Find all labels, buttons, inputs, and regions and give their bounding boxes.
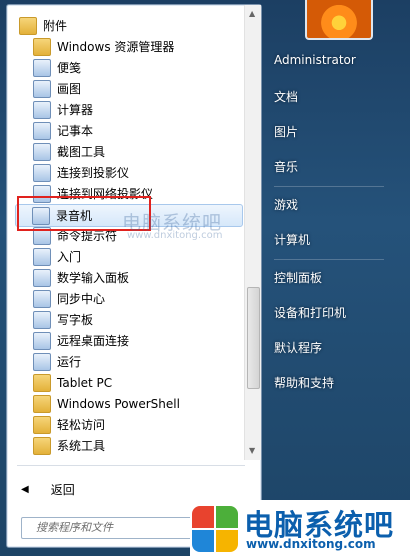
scroll-down-icon[interactable]: ▼ bbox=[249, 446, 255, 455]
program-label: 系统工具 bbox=[57, 439, 106, 453]
program-item[interactable]: 记事本 bbox=[17, 120, 237, 141]
program-item[interactable]: 写字板 bbox=[17, 309, 237, 330]
right-item[interactable]: 文档 bbox=[274, 88, 298, 105]
right-divider bbox=[274, 186, 384, 187]
program-item[interactable]: 入门 bbox=[17, 246, 237, 267]
program-label: 入门 bbox=[57, 250, 82, 264]
math-input-icon bbox=[33, 268, 51, 287]
right-item[interactable]: 默认程序 bbox=[274, 339, 322, 356]
program-label: 写字板 bbox=[57, 313, 94, 327]
program-label: 截图工具 bbox=[57, 145, 106, 159]
program-item[interactable]: 同步中心 bbox=[17, 288, 237, 309]
folder-icon bbox=[19, 16, 37, 35]
program-label: 数学输入面板 bbox=[57, 271, 130, 285]
sync-center-icon bbox=[33, 289, 51, 308]
program-label: 附件 bbox=[43, 19, 68, 33]
program-item[interactable]: Windows 资源管理器 bbox=[17, 36, 237, 57]
program-item[interactable]: Tablet PC bbox=[17, 372, 237, 393]
scroll-up-icon[interactable]: ▲ bbox=[249, 9, 255, 18]
projector-icon bbox=[33, 163, 51, 182]
program-item[interactable]: 便笺 bbox=[17, 57, 237, 78]
snipping-tool-icon bbox=[33, 142, 51, 161]
right-item[interactable]: 控制面板 bbox=[274, 269, 322, 286]
programs-panel: 附件 Windows 资源管理器 便笺 画图 计算器 记事本 截图工具 连接到投影仪 连接到网络… bbox=[6, 4, 262, 548]
right-item[interactable]: 计算机 bbox=[274, 231, 310, 248]
program-label: 远程桌面连接 bbox=[57, 334, 130, 348]
right-item[interactable]: 游戏 bbox=[274, 196, 298, 213]
back-arrow-icon: ◀ bbox=[21, 484, 29, 495]
paint-icon bbox=[33, 79, 51, 98]
right-item[interactable]: 帮助和支持 bbox=[274, 374, 334, 391]
program-label: 画图 bbox=[57, 82, 82, 96]
program-label: 轻松访问 bbox=[57, 418, 106, 432]
wordpad-icon bbox=[33, 310, 51, 329]
calculator-icon bbox=[33, 100, 51, 119]
program-item[interactable]: 计算器 bbox=[17, 99, 237, 120]
program-label: 计算器 bbox=[57, 103, 94, 117]
getting-started-icon bbox=[33, 247, 51, 266]
program-item[interactable]: 系统工具 bbox=[17, 435, 237, 456]
folder-icon bbox=[33, 436, 51, 455]
scrollbar[interactable]: ▲ ▼ bbox=[244, 5, 261, 460]
user-avatar[interactable] bbox=[305, 0, 373, 40]
folder-icon bbox=[33, 415, 51, 434]
program-label: Windows 资源管理器 bbox=[57, 40, 175, 54]
program-item[interactable]: 附件 bbox=[17, 15, 237, 36]
program-label: 运行 bbox=[57, 355, 82, 369]
scrollbar-thumb[interactable] bbox=[247, 287, 260, 389]
program-label: 同步中心 bbox=[57, 292, 106, 306]
program-label: 记事本 bbox=[57, 124, 94, 138]
program-item[interactable]: 运行 bbox=[17, 351, 237, 372]
program-item[interactable]: Windows PowerShell bbox=[17, 393, 237, 414]
program-item[interactable]: 远程桌面连接 bbox=[17, 330, 237, 351]
program-item[interactable]: 画图 bbox=[17, 78, 237, 99]
windows-logo-icon bbox=[190, 504, 238, 552]
divider bbox=[17, 465, 245, 466]
right-item[interactable]: 音乐 bbox=[274, 158, 298, 175]
site-logo: 电脑系统吧 www.dnxitong.com bbox=[190, 500, 410, 556]
back-label: 返回 bbox=[50, 483, 75, 497]
user-name[interactable]: Administrator bbox=[274, 53, 356, 67]
program-label: 便笺 bbox=[57, 61, 82, 75]
program-label: Windows PowerShell bbox=[57, 396, 180, 411]
right-divider bbox=[274, 259, 384, 260]
watermark-url: www.dnxitong.com bbox=[127, 230, 223, 241]
program-item[interactable]: 数学输入面板 bbox=[17, 267, 237, 288]
logo-url: www.dnxitong.com bbox=[246, 537, 376, 551]
program-item[interactable]: 连接到投影仪 bbox=[17, 162, 237, 183]
notepad-icon bbox=[33, 121, 51, 140]
right-item[interactable]: 设备和打印机 bbox=[274, 304, 346, 321]
run-icon bbox=[33, 352, 51, 371]
sticky-notes-icon bbox=[33, 58, 51, 77]
right-item[interactable]: 图片 bbox=[274, 123, 298, 140]
program-item[interactable]: 截图工具 bbox=[17, 141, 237, 162]
folder-icon bbox=[33, 394, 51, 413]
program-label: Tablet PC bbox=[57, 375, 113, 390]
program-item[interactable]: 轻松访问 bbox=[17, 414, 237, 435]
remote-desktop-icon bbox=[33, 331, 51, 350]
back-button[interactable]: ◀ 返回 bbox=[21, 481, 75, 498]
start-menu: 附件 Windows 资源管理器 便笺 画图 计算器 记事本 截图工具 连接到投影仪 连接到网络… bbox=[0, 0, 410, 556]
program-label: 连接到投影仪 bbox=[57, 166, 130, 180]
folder-icon bbox=[33, 37, 51, 56]
folder-icon bbox=[33, 373, 51, 392]
